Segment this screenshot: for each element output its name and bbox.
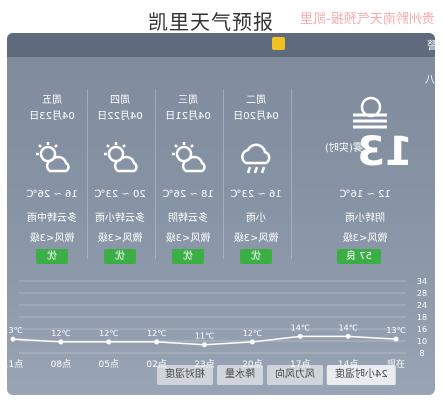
today-range: 12 ~ 16℃ xyxy=(339,189,391,200)
temp-point-label: 12℃ xyxy=(243,329,262,338)
temp-point xyxy=(106,339,112,345)
hourly-temp-chart: 810161824283413℃现在14℃14点14℃17点12℃20点11℃2… xyxy=(7,277,427,370)
forecast-wind: 微风<3级 xyxy=(29,233,75,244)
forecast-temp: 16 ~ 26℃ xyxy=(26,189,78,200)
fog-icon xyxy=(353,96,387,129)
temp-point-label: 12℃ xyxy=(51,329,70,338)
forecast-aqi-badge[interactable]: 优 xyxy=(240,249,272,264)
temp-point-label: 13℃ xyxy=(7,326,23,335)
forecast-day: 周二 04月20日 16 ~ 23℃ 小雨微风<3级优 xyxy=(223,89,289,267)
forecast-wind: 微风<3级 xyxy=(97,233,143,244)
tab-humidity[interactable]: 相对湿度 xyxy=(157,365,213,385)
alert-bar[interactable]: 贵州黔南发布大雾黄色预警 xyxy=(7,33,435,57)
x-tick-label: 11点 xyxy=(7,359,23,370)
forecast-temp: 18 ~ 26℃ xyxy=(162,189,214,200)
partly-cloudy-icon xyxy=(104,142,138,173)
temp-point xyxy=(345,333,351,339)
temp-point xyxy=(154,339,160,345)
x-tick-label: 05点 xyxy=(99,359,119,370)
forecast-weekday: 周三 xyxy=(178,95,198,106)
temp-point-label: 14℃ xyxy=(291,323,310,332)
y-tick-label: 16 xyxy=(417,325,427,334)
warning-icon xyxy=(272,37,285,50)
forecast-day: 周四 04月22日 20 ~ 23℃ 多云转小雨微风<3级优 xyxy=(87,89,153,267)
temp-point xyxy=(58,339,64,345)
today-panel: 13 雾(实时) 12 ~ 16℃ 阴转小雨 微风<3级 57 良 xyxy=(305,89,431,267)
temp-point xyxy=(10,336,16,342)
forecast-weather: 多云转小雨 xyxy=(95,213,145,224)
weather-widget: 贵州黔南发布大雾黄色预警 04月19日 周一 农历三月初八 13 雾(实时) 1… xyxy=(7,33,435,395)
temp-point-label: 11℃ xyxy=(195,332,214,341)
tab-precip[interactable]: 降水量 xyxy=(217,365,263,385)
column-divider xyxy=(155,89,156,259)
forecast-temp: 16 ~ 23℃ xyxy=(230,189,282,200)
tab-temperature[interactable]: 24小时温度 xyxy=(327,365,396,385)
forecast-day: 周五 04月23日 16 ~ 26℃ 多云转中雨微风<3级优 xyxy=(19,89,85,267)
forecast-weekday: 周二 xyxy=(246,95,266,106)
y-tick-label: 34 xyxy=(417,277,427,286)
temp-point-label: 13℃ xyxy=(386,326,405,335)
today-wind: 微风<3级 xyxy=(342,233,388,244)
forecast-weekday: 周五 xyxy=(42,95,62,106)
y-tick-label: 18 xyxy=(417,313,427,322)
forecast-date: 04月20日 xyxy=(233,111,279,122)
temp-point xyxy=(297,333,303,339)
column-divider xyxy=(87,89,88,259)
aqi-value: 57 xyxy=(359,251,372,262)
chart-tabs: 相对湿度 降水量 风力风向 24小时温度 xyxy=(157,365,400,387)
forecast-weekday: 周四 xyxy=(110,95,130,106)
column-divider xyxy=(223,89,224,259)
forecast-weather: 多云转阴 xyxy=(168,213,208,224)
forecast-date: 04月21日 xyxy=(165,111,211,122)
temp-point xyxy=(249,339,255,345)
current-condition: 雾(实时) xyxy=(325,143,363,154)
forecast-weather: 小雨 xyxy=(246,213,266,224)
forecast-date: 04月22日 xyxy=(97,111,143,122)
forecast-weather: 多云转中雨 xyxy=(27,213,77,224)
x-tick-label: 08点 xyxy=(51,359,71,370)
partly-cloudy-icon xyxy=(172,142,206,173)
forecast-wind: 微风<3级 xyxy=(165,233,211,244)
y-tick-label: 28 xyxy=(417,289,427,298)
rain-cloud-icon xyxy=(241,143,271,174)
forecast-aqi-badge[interactable]: 优 xyxy=(36,249,68,264)
temp-point xyxy=(202,342,207,348)
today-weather: 阴转小雨 xyxy=(345,213,385,224)
temp-point xyxy=(393,336,399,342)
temp-point-label: 12℃ xyxy=(147,329,166,338)
alert-text[interactable]: 贵州黔南发布大雾黄色预警 xyxy=(427,37,435,53)
forecast-aqi-badge[interactable]: 优 xyxy=(172,249,204,264)
temp-point-label: 14℃ xyxy=(339,323,358,332)
column-divider xyxy=(291,89,292,259)
date-line: 04月19日 周一 农历三月初八 xyxy=(425,75,435,86)
forecast-date: 04月23日 xyxy=(29,111,75,122)
forecast-wind: 微风<3级 xyxy=(233,233,279,244)
page-title: 凯里天气预报 xyxy=(148,10,274,34)
header-ghost-text: 贵州黔南天气预报-凯里 xyxy=(300,12,435,27)
current-temp: 13 xyxy=(357,129,413,175)
temp-point-label: 12℃ xyxy=(99,329,118,338)
forecast-day: 周三 04月21日 18 ~ 26℃ 多云转阴微风<3级优 xyxy=(155,89,221,267)
partly-cloudy-icon xyxy=(36,142,70,173)
y-tick-label: 8 xyxy=(419,349,424,358)
aqi-label: 良 xyxy=(346,251,357,262)
forecast-aqi-badge[interactable]: 优 xyxy=(104,249,136,264)
y-tick-label: 24 xyxy=(417,301,427,310)
tab-wind[interactable]: 风力风向 xyxy=(267,365,323,385)
y-tick-label: 10 xyxy=(417,337,427,346)
today-aqi-badge[interactable]: 57 良 xyxy=(337,249,381,264)
forecast-temp: 20 ~ 23℃ xyxy=(94,189,146,200)
